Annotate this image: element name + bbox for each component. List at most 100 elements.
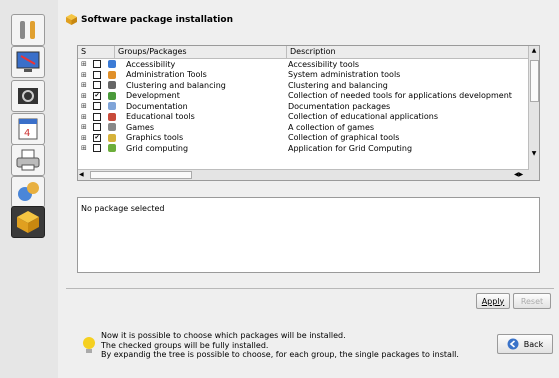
- apply-button[interactable]: Apply: [476, 293, 510, 309]
- sidebar-item-tools[interactable]: [11, 14, 45, 46]
- scroll-left-icon[interactable]: ◀: [79, 171, 87, 179]
- development-icon: [108, 91, 116, 100]
- table-row[interactable]: ⊞ ✔ Development Collection of needed tools …: [78, 91, 529, 102]
- column-header-groups[interactable]: Groups/Packages: [115, 46, 287, 58]
- group-checkbox[interactable]: [93, 144, 101, 153]
- svg-text:4: 4: [24, 128, 30, 139]
- group-description: System administration tools: [288, 70, 401, 80]
- back-arrow-icon: [507, 338, 519, 350]
- group-description: A collection of games: [288, 122, 375, 132]
- documentation-icon: [108, 102, 116, 111]
- group-description: Clustering and balancing: [288, 80, 388, 90]
- group-label: Games: [126, 122, 154, 132]
- group-description: Collection of graphical tools: [288, 133, 400, 143]
- group-label: Educational tools: [126, 112, 195, 122]
- lightbulb-icon: [83, 337, 95, 353]
- group-checkbox[interactable]: ✔: [93, 133, 101, 142]
- detail-text: No package selected: [81, 204, 165, 213]
- page-header: Software package installation: [66, 14, 233, 25]
- accessibility-icon: [108, 60, 116, 69]
- horizontal-scrollbar[interactable]: ◀ ◀▶: [78, 169, 529, 180]
- column-header-s[interactable]: S: [78, 46, 115, 58]
- expand-icon[interactable]: ⊞: [78, 134, 91, 142]
- reset-label: Reset: [520, 296, 544, 306]
- tools-icon: [20, 21, 35, 39]
- separator: [66, 288, 554, 289]
- back-label: Back: [523, 339, 544, 349]
- reset-button[interactable]: Reset: [513, 293, 551, 309]
- expand-icon[interactable]: ⊞: [78, 71, 91, 79]
- calendar-icon: 4: [18, 118, 38, 140]
- group-checkbox[interactable]: [93, 60, 101, 69]
- graphics-icon: [108, 133, 116, 142]
- group-description: Collection of educational applications: [288, 112, 439, 122]
- info-line-1: Now it is possible to choose which packa…: [101, 331, 346, 340]
- grid-header: S Groups/Packages Description: [78, 46, 529, 59]
- package-grid: S Groups/Packages Description ⊞ Accessibi…: [77, 45, 540, 181]
- expand-icon[interactable]: ⊞: [78, 81, 91, 89]
- admin-tools-icon: [108, 70, 116, 79]
- vertical-scroll-thumb[interactable]: [530, 60, 539, 102]
- sidebar-item-display[interactable]: [11, 46, 45, 78]
- back-button[interactable]: Back: [497, 334, 553, 354]
- table-row[interactable]: ⊞ Accessibility Accessibility tools: [78, 59, 529, 70]
- group-description: Accessibility tools: [288, 59, 360, 69]
- table-row[interactable]: ⊞ Grid computing Application for Grid Comp…: [78, 143, 529, 154]
- vertical-scrollbar[interactable]: ▲ ▼: [528, 46, 539, 170]
- expand-icon[interactable]: ⊞: [78, 123, 91, 131]
- info-text: Now it is possible to choose which packa…: [101, 331, 459, 360]
- cluster-icon: [108, 81, 116, 90]
- apply-label: Apply: [481, 296, 505, 306]
- sidebar-item-printer[interactable]: [11, 144, 45, 176]
- table-row[interactable]: ⊞ Administration Tools System administrati…: [78, 70, 529, 81]
- sidebar-item-packages[interactable]: [11, 206, 45, 238]
- expand-icon[interactable]: ⊞: [78, 144, 91, 152]
- group-label: Documentation: [126, 101, 188, 111]
- group-checkbox[interactable]: [93, 102, 101, 111]
- info-line-3: By expandig the tree is possible to choo…: [101, 350, 459, 359]
- group-label: Accessibility: [126, 59, 176, 69]
- group-label: Graphics tools: [126, 133, 184, 143]
- network-icon: [18, 182, 39, 201]
- games-icon: [108, 123, 116, 132]
- group-checkbox[interactable]: [93, 70, 101, 79]
- scroll-right-icon[interactable]: ◀▶: [514, 171, 528, 179]
- group-label: Administration Tools: [126, 70, 207, 80]
- group-description: Collection of needed tools for applicati…: [288, 91, 512, 101]
- printer-icon: [16, 149, 40, 171]
- page-title: Software package installation: [81, 14, 233, 25]
- group-checkbox[interactable]: ✔: [93, 91, 101, 100]
- expand-icon[interactable]: ⊞: [78, 60, 91, 68]
- horizontal-scroll-thumb[interactable]: [90, 171, 192, 179]
- table-row[interactable]: ⊞ Educational tools Collection of educatio…: [78, 112, 529, 123]
- scroll-corner: [529, 170, 539, 180]
- group-description: Application for Grid Computing: [288, 143, 413, 153]
- group-checkbox[interactable]: [93, 123, 101, 132]
- package-icon: [17, 211, 39, 233]
- sidebar: 4: [0, 0, 58, 378]
- group-label: Clustering and balancing: [126, 80, 226, 90]
- expand-icon[interactable]: ⊞: [78, 113, 91, 121]
- group-checkbox[interactable]: [93, 112, 101, 121]
- sidebar-item-calendar[interactable]: 4: [11, 113, 45, 145]
- info-line-2: The checked groups will be fully install…: [101, 340, 269, 350]
- scroll-up-icon[interactable]: ▲: [530, 47, 538, 55]
- package-detail: No package selected: [77, 197, 540, 273]
- group-description: Documentation packages: [288, 101, 391, 111]
- table-row[interactable]: ⊞ Documentation Documentation packages: [78, 101, 529, 112]
- expand-icon[interactable]: ⊞: [78, 92, 91, 100]
- educational-icon: [108, 112, 116, 121]
- expand-icon[interactable]: ⊞: [78, 102, 91, 110]
- group-label: Development: [126, 91, 180, 101]
- column-header-description[interactable]: Description: [287, 46, 529, 58]
- group-label: Grid computing: [126, 143, 189, 153]
- sidebar-item-network[interactable]: [11, 176, 45, 208]
- package-icon: [66, 14, 77, 25]
- scroll-down-icon[interactable]: ▼: [530, 150, 538, 158]
- table-row[interactable]: ⊞ ✔ Graphics tools Collection of graphical …: [78, 133, 529, 144]
- sidebar-item-hardware[interactable]: [11, 80, 45, 112]
- group-checkbox[interactable]: [93, 81, 101, 90]
- monitor-icon: [16, 51, 40, 72]
- table-row[interactable]: ⊞ Games A collection of games: [78, 122, 529, 133]
- table-row[interactable]: ⊞ Clustering and balancing Clustering and …: [78, 80, 529, 91]
